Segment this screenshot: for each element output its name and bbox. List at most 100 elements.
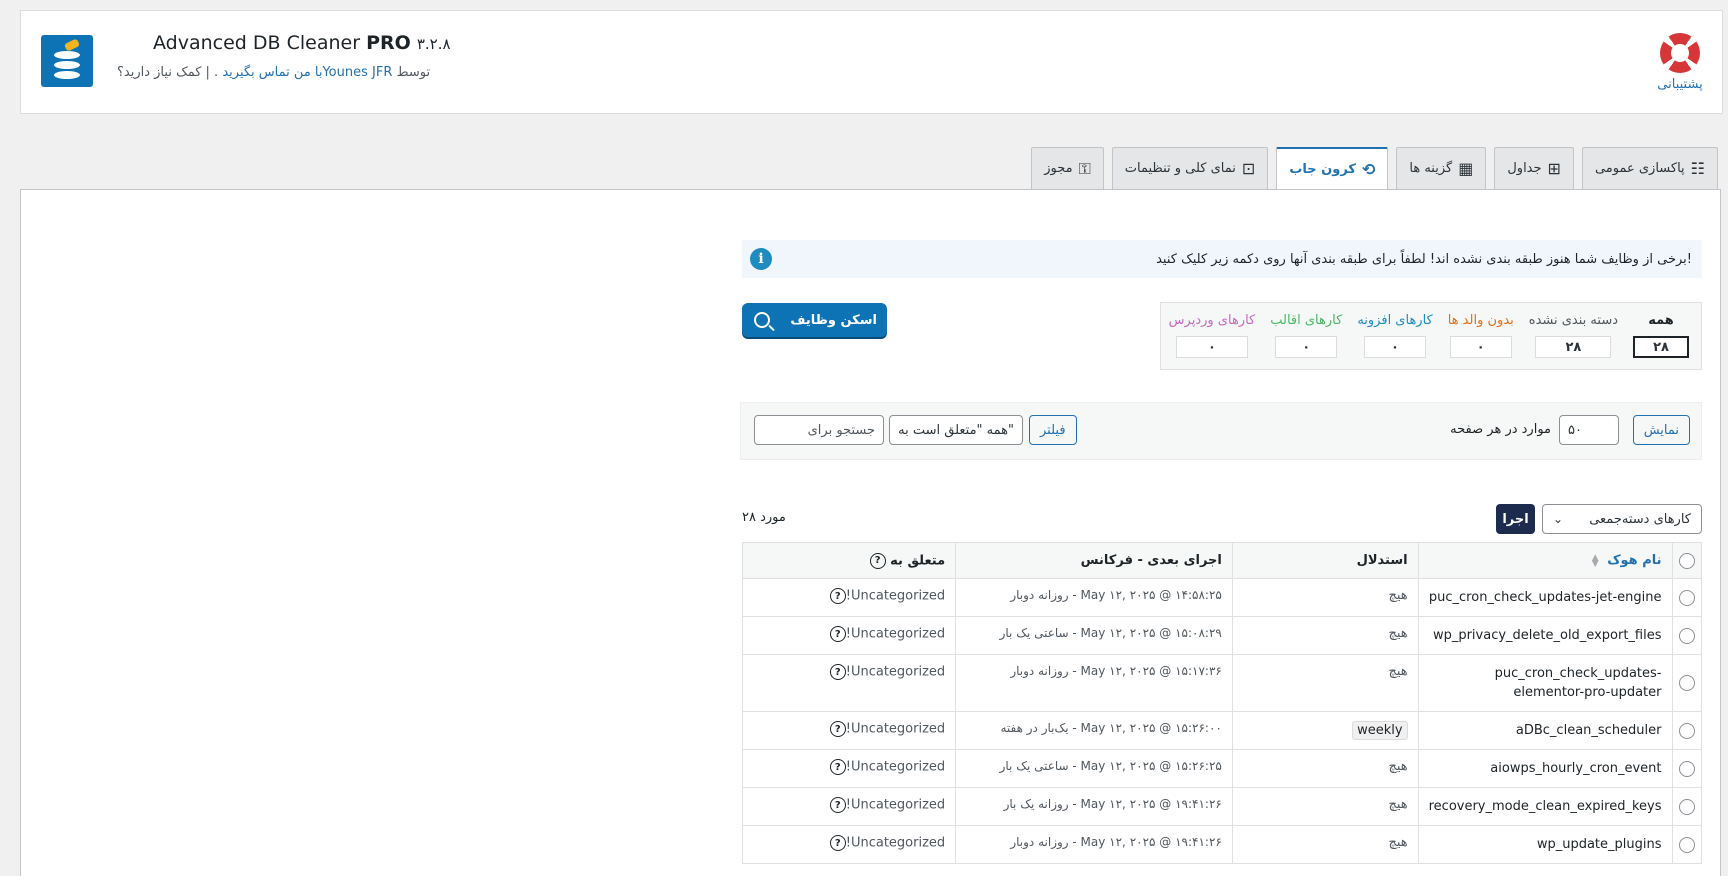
- next-run-value: May ۱۲, ۲۰۲۵ @ ۱۴:۵۸:۲۵ - روزانه دوبار: [1010, 588, 1222, 602]
- key-icon: ⚿: [1078, 158, 1091, 178]
- hook-name: wp_update_plugins: [1536, 837, 1662, 852]
- args-value: هیچ: [1388, 835, 1408, 850]
- stat-filter[interactable]: دسته بندی نشده ۲۸: [1529, 313, 1618, 358]
- belongs-to-select[interactable]: همه "متعلق است به": [889, 415, 1023, 445]
- search-input[interactable]: جستجو برای: [754, 415, 884, 445]
- belongs-to-value: Uncategorized!: [845, 759, 946, 775]
- stat-filter[interactable]: همه ۲۸: [1633, 313, 1689, 358]
- next-run-cell: May ۱۲, ۲۰۲۵ @ ۱۴:۵۸:۲۵ - روزانه دوبار: [955, 578, 1233, 617]
- scan-tasks-button[interactable]: اسکن وظایف: [742, 303, 887, 337]
- stat-filter[interactable]: کارهای وردپرس ۰: [1168, 313, 1256, 358]
- next-run-value: May ۱۲, ۲۰۲۵ @ ۱۹:۴۱:۲۶ - روزانه یک بار: [1003, 797, 1222, 811]
- belongs-to-cell: Uncategorized!?: [741, 616, 957, 655]
- support-link[interactable]: پشتیبانی: [1652, 33, 1708, 92]
- row-checkbox[interactable]: [1678, 589, 1695, 606]
- args-value: هیچ: [1388, 759, 1408, 774]
- hook-name-header-label: نام هوک: [1607, 553, 1662, 568]
- filter-button[interactable]: فیلتر: [1029, 415, 1077, 445]
- db-cleaner-logo-icon: [41, 35, 93, 87]
- args-value: هیچ: [1388, 664, 1408, 679]
- table-row[interactable]: wp_update_plugins هیچ May ۱۲, ۲۰۲۵ @ ۱۹:۴۱…: [741, 825, 1702, 864]
- table-row[interactable]: aiowps_hourly_cron_event هیچ May ۱۲, ۲۰۲۵ …: [741, 749, 1702, 788]
- row-checkbox[interactable]: [1678, 760, 1695, 777]
- help-icon[interactable]: ?: [829, 664, 846, 680]
- contact-link[interactable]: با من تماس بگیرید: [222, 65, 322, 80]
- stat-label: بدون والد ها: [1447, 313, 1514, 328]
- next-run-value: May ۱۲, ۲۰۲۵ @ ۱۵:۲۶:۲۵ - ساعتی یک بار: [999, 759, 1222, 773]
- table-row[interactable]: wp_privacy_delete_old_export_files هیچ May…: [741, 616, 1702, 655]
- table-row[interactable]: aDBc_clean_scheduler weekly May ۱۲, ۲۰۲۵ @…: [741, 711, 1702, 750]
- table-row[interactable]: puc_cron_check_updates-jet-engine هیچ May …: [741, 578, 1702, 617]
- hook-cell: wp_update_plugins: [1417, 825, 1673, 864]
- row-select-cell: [1671, 749, 1702, 788]
- row-select-cell: [1671, 616, 1702, 655]
- chevron-down-icon: ⌄: [1553, 512, 1564, 526]
- hook-name: puc_cron_check_updates-jet-engine: [1428, 590, 1662, 605]
- per-page-input[interactable]: ۵۰: [1559, 415, 1619, 445]
- stat-filter[interactable]: کارهای اقالب ۰: [1270, 313, 1342, 358]
- items-count: ۲۸ مورد: [742, 510, 786, 525]
- tab-grid[interactable]: ⊞ جداول: [1494, 147, 1574, 189]
- next-run-cell: May ۱۲, ۲۰۲۵ @ ۱۵:۰۸:۲۹ - ساعتی یک بار: [955, 616, 1233, 655]
- row-select-cell: [1671, 711, 1702, 750]
- tab-options[interactable]: ▦ گزینه ها: [1396, 147, 1487, 189]
- apply-button[interactable]: اجرا: [1496, 504, 1535, 534]
- cron-table: نام هوک ▲ ▼ استدلال اجرای بعدی - فرکانس م…: [741, 542, 1702, 864]
- next-run-value: May ۱۲, ۲۰۲۵ @ ۱۵:۰۸:۲۹ - ساعتی یک بار: [999, 626, 1222, 640]
- hook-cell: aiowps_hourly_cron_event: [1417, 749, 1673, 788]
- author-link[interactable]: Younes JFR: [322, 65, 392, 80]
- list-icon: ☷: [1690, 158, 1705, 178]
- hook-name-header[interactable]: نام هوک ▲ ▼: [1417, 542, 1673, 579]
- help-icon[interactable]: ?: [829, 797, 846, 813]
- stat-count: ۲۸: [1535, 336, 1612, 358]
- row-checkbox[interactable]: [1678, 627, 1695, 644]
- tab-overview[interactable]: ⊡ نمای کلی و تنظیمات: [1111, 147, 1269, 189]
- args-cell: هیچ: [1231, 578, 1419, 617]
- table-header-row: نام هوک ▲ ▼ استدلال اجرای بعدی - فرکانس م…: [741, 542, 1702, 579]
- task-stats: همه ۲۸ دسته بندی نشده ۲۸ بدون والد ها ۰ کارهای…: [1160, 302, 1702, 370]
- bulk-actions-select[interactable]: کارهای دسته‌جمعی ⌄: [1542, 504, 1702, 534]
- support-label: پشتیبانی: [1657, 77, 1703, 92]
- show-button[interactable]: نمایش: [1632, 415, 1690, 445]
- next-run-value: May ۱۲, ۲۰۲۵ @ ۱۵:۱۷:۳۶ - روزانه دوبار: [1010, 664, 1222, 678]
- hook-name: aiowps_hourly_cron_event: [1490, 761, 1662, 776]
- stat-label: همه: [1648, 313, 1674, 328]
- select-all-checkbox[interactable]: [1678, 552, 1695, 569]
- table-row[interactable]: recovery_mode_clean_expired_keys هیچ May ۱…: [741, 787, 1702, 826]
- help-icon[interactable]: ?: [829, 626, 846, 642]
- table-row[interactable]: puc_cron_check_updates-elementor-pro-upd…: [741, 654, 1702, 712]
- row-checkbox[interactable]: [1678, 798, 1695, 815]
- plugin-byline: با من تماس بگیرید . | کمک نیاز دارید؟ You…: [117, 65, 430, 80]
- stat-label: کارهای وردپرس: [1168, 313, 1256, 328]
- stat-count: ۰: [1449, 336, 1512, 358]
- belongs-to-cell: Uncategorized!?: [741, 654, 957, 712]
- hook-name: recovery_mode_clean_expired_keys: [1428, 799, 1662, 814]
- args-cell: هیچ: [1231, 749, 1419, 788]
- args-cell: هیچ: [1231, 825, 1419, 864]
- help-icon[interactable]: ?: [829, 721, 846, 737]
- per-page-label: موارد در هر صفحه: [1450, 422, 1551, 437]
- stat-filter[interactable]: بدون والد ها ۰: [1448, 313, 1514, 358]
- help-icon[interactable]: ?: [869, 552, 886, 569]
- lifebuoy-icon: [1660, 33, 1700, 73]
- tab-history-clock[interactable]: ⟲ کرون جاب: [1276, 147, 1389, 190]
- row-checkbox[interactable]: [1678, 836, 1695, 853]
- tab-list[interactable]: ☷ پاکسازی عمومی: [1581, 147, 1718, 189]
- uncategorized-notice: برخی از وظایف شما هنوز طبقه بندی نشده ان…: [742, 240, 1702, 278]
- help-icon[interactable]: ?: [829, 759, 846, 775]
- belongs-to-header-label: متعلق به: [890, 553, 946, 568]
- belongs-to-cell: Uncategorized!?: [741, 825, 957, 864]
- help-icon[interactable]: ?: [829, 835, 846, 851]
- row-select-cell: [1671, 578, 1702, 617]
- args-header: استدلال: [1231, 542, 1419, 579]
- help-icon[interactable]: ?: [829, 588, 846, 604]
- scan-tasks-label: اسکن وظایف: [790, 312, 877, 328]
- row-checkbox[interactable]: [1678, 675, 1695, 691]
- args-value: هیچ: [1388, 797, 1408, 812]
- belongs-to-value: Uncategorized!: [845, 797, 946, 813]
- next-run-header: اجرای بعدی - فرکانس: [955, 542, 1233, 579]
- row-checkbox[interactable]: [1678, 722, 1695, 739]
- hook-name: aDBc_clean_scheduler: [1515, 723, 1662, 738]
- tab-key[interactable]: ⚿ مجوز: [1031, 147, 1104, 189]
- stat-filter[interactable]: کارهای افزونه ۰: [1357, 313, 1433, 358]
